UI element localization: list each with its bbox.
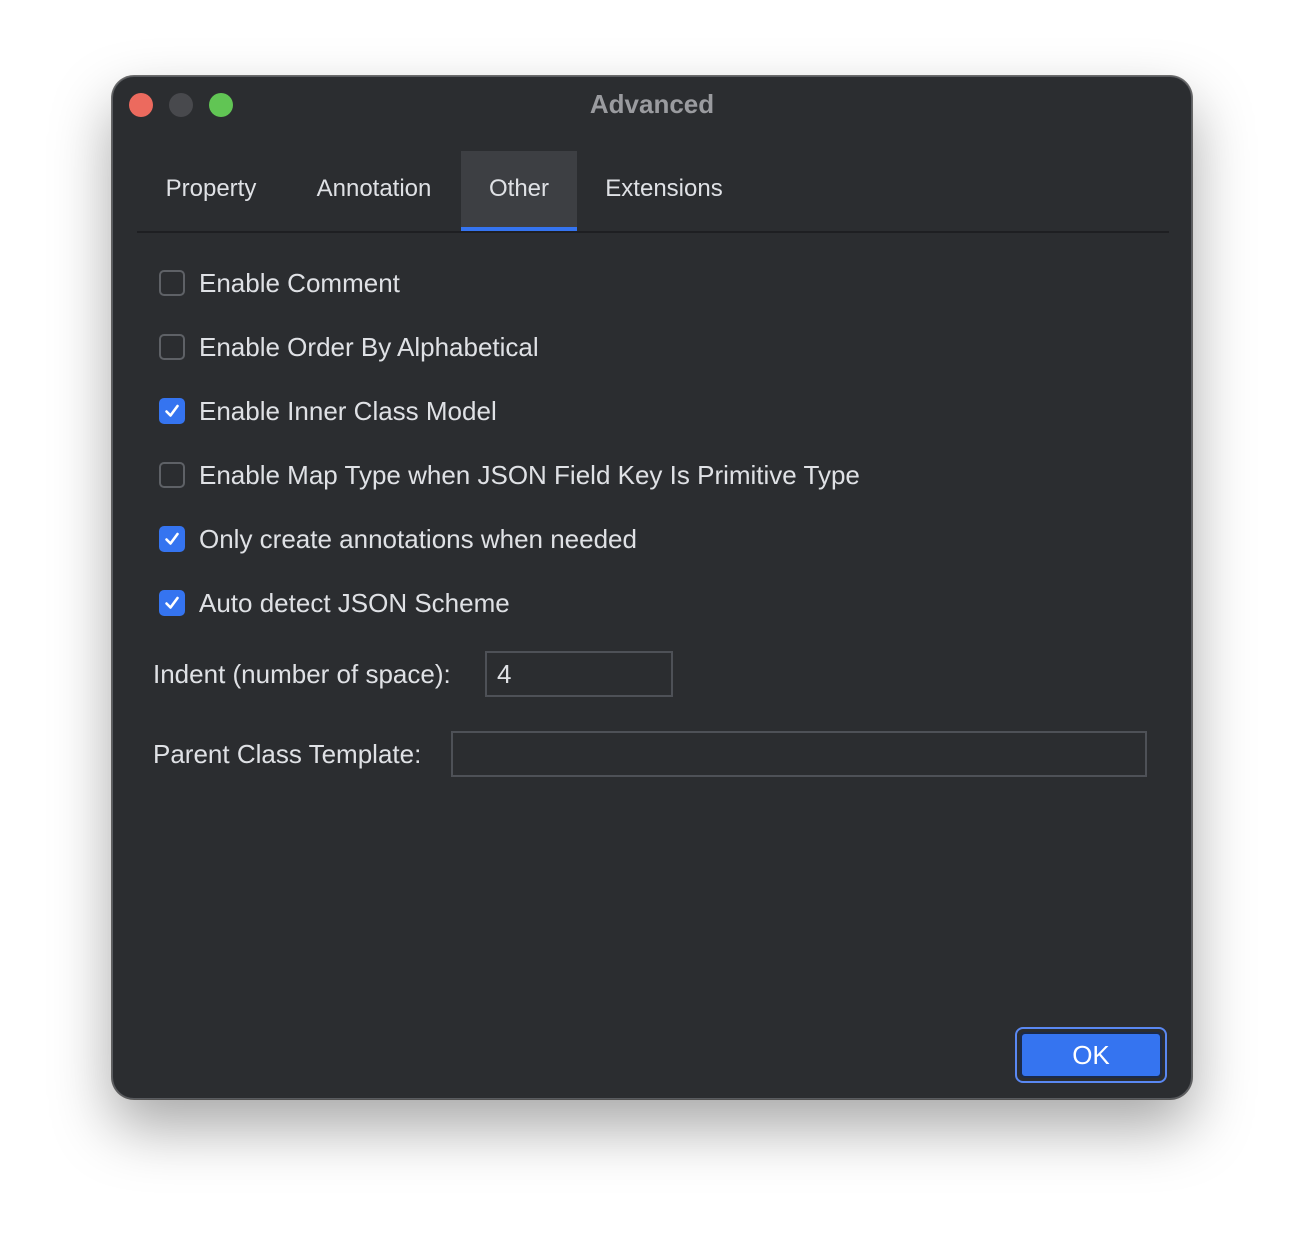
option-enable-inner-class-model[interactable]: Enable Inner Class Model: [159, 395, 497, 427]
only-create-annotations-checkbox[interactable]: [159, 526, 185, 552]
only-create-annotations-label: Only create annotations when needed: [199, 523, 637, 554]
indent-label: Indent (number of space):: [153, 659, 451, 689]
option-enable-comment[interactable]: Enable Comment: [159, 267, 400, 299]
option-only-create-annotations-when-needed[interactable]: Only create annotations when needed: [159, 523, 637, 555]
option-auto-detect-json-scheme[interactable]: Auto detect JSON Scheme: [159, 587, 510, 619]
tab-property[interactable]: Property: [137, 151, 285, 231]
tab-annotation[interactable]: Annotation: [287, 151, 461, 231]
enable-order-by-alphabetical-checkbox[interactable]: [159, 334, 185, 360]
checkmark-icon: [165, 404, 179, 417]
enable-order-by-alphabetical-label: Enable Order By Alphabetical: [199, 331, 539, 362]
advanced-dialog: Advanced Property Annotation Other Exten…: [112, 76, 1192, 1099]
enable-inner-class-model-label: Enable Inner Class Model: [199, 395, 497, 426]
option-enable-order-by-alphabetical[interactable]: Enable Order By Alphabetical: [159, 331, 539, 363]
parent-class-template-label: Parent Class Template:: [153, 739, 422, 769]
checkmark-icon: [165, 596, 179, 609]
enable-map-type-label: Enable Map Type when JSON Field Key Is P…: [199, 459, 860, 490]
enable-comment-label: Enable Comment: [199, 267, 400, 298]
tab-bar: Property Annotation Other Extensions: [137, 151, 1169, 233]
tab-other[interactable]: Other: [461, 151, 577, 231]
option-enable-map-type[interactable]: Enable Map Type when JSON Field Key Is P…: [159, 459, 860, 491]
enable-map-type-checkbox[interactable]: [159, 462, 185, 488]
ok-button[interactable]: OK: [1015, 1027, 1167, 1083]
tab-extensions[interactable]: Extensions: [577, 151, 751, 231]
enable-comment-checkbox[interactable]: [159, 270, 185, 296]
checkmark-icon: [165, 532, 179, 545]
indent-input[interactable]: [485, 651, 673, 697]
parent-class-template-input[interactable]: [451, 731, 1147, 777]
ok-button-label: OK: [1020, 1032, 1162, 1078]
enable-inner-class-model-checkbox[interactable]: [159, 398, 185, 424]
window-title: Advanced: [589, 89, 715, 119]
auto-detect-json-scheme-checkbox[interactable]: [159, 590, 185, 616]
auto-detect-json-scheme-label: Auto detect JSON Scheme: [199, 587, 510, 618]
